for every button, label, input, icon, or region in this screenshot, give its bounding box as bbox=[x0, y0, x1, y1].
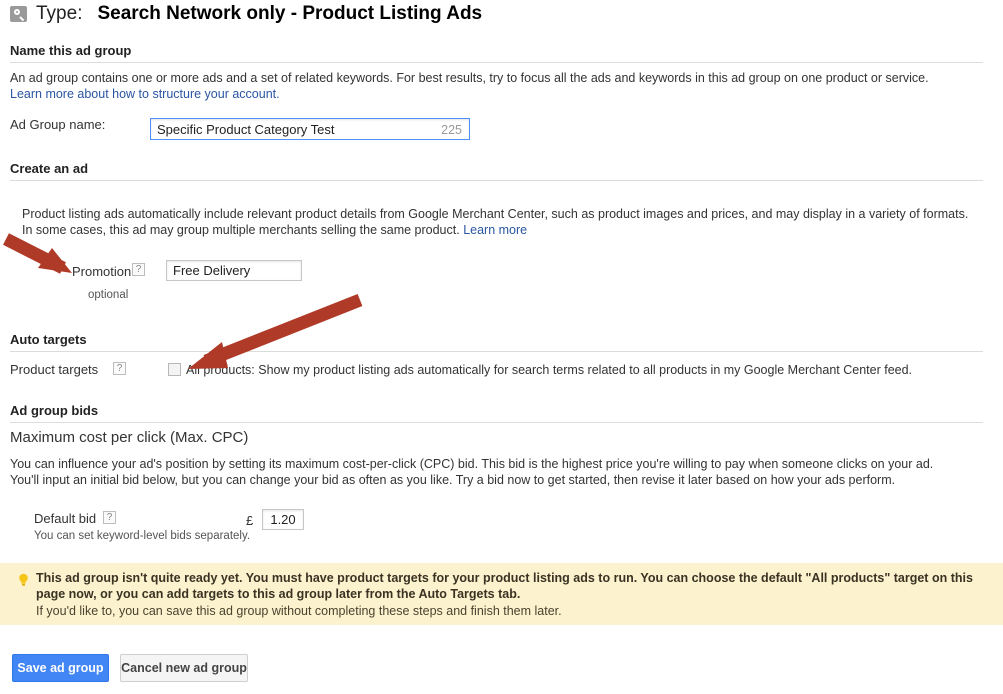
promotion-input[interactable] bbox=[166, 260, 302, 281]
promotion-help-icon[interactable]: ? bbox=[132, 263, 145, 276]
warning-secondary-text: If you'd like to, you can save this ad g… bbox=[36, 604, 562, 618]
section-heading-name-ad-group: Name this ad group bbox=[10, 43, 983, 63]
default-bid-help-icon[interactable]: ? bbox=[103, 511, 116, 524]
ad-group-name-char-count: 225 bbox=[441, 123, 462, 137]
type-label: Type: bbox=[36, 3, 83, 24]
save-ad-group-button[interactable]: Save ad group bbox=[12, 654, 109, 682]
lightbulb-icon bbox=[19, 573, 28, 586]
search-network-icon bbox=[10, 6, 27, 22]
default-bid-note: You can set keyword-level bids separatel… bbox=[34, 530, 251, 542]
default-bid-label: Default bid bbox=[34, 511, 97, 526]
currency-symbol: £ bbox=[246, 513, 254, 528]
section-heading-auto-targets: Auto targets bbox=[10, 332, 983, 352]
all-products-checkbox[interactable] bbox=[168, 363, 181, 376]
section-heading-ad-group-bids: Ad group bids bbox=[10, 403, 983, 423]
create-ad-description: Product listing ads automatically includ… bbox=[22, 206, 972, 238]
max-cpc-subheading: Maximum cost per click (Max. CPC) bbox=[10, 429, 249, 446]
page-title: Type: Search Network only - Product List… bbox=[10, 3, 482, 25]
annotation-arrow-to-promotion bbox=[3, 233, 72, 274]
ad-group-setup-page: Type: Search Network only - Product List… bbox=[0, 0, 1003, 694]
product-targets-label: Product targets bbox=[10, 362, 99, 377]
structure-account-link[interactable]: Learn more about how to structure your a… bbox=[10, 87, 280, 101]
create-ad-learn-more-link[interactable]: Learn more bbox=[463, 223, 527, 237]
type-value: Search Network only - Product Listing Ad… bbox=[97, 3, 483, 24]
default-bid-input[interactable] bbox=[262, 509, 304, 530]
section-heading-create-ad: Create an ad bbox=[10, 161, 983, 181]
ad-group-name-label: Ad Group name: bbox=[10, 117, 106, 132]
name-section-description-text: An ad group contains one or more ads and… bbox=[10, 71, 929, 85]
product-targets-help-icon[interactable]: ? bbox=[113, 362, 126, 375]
cancel-new-ad-group-button[interactable]: Cancel new ad group bbox=[120, 654, 248, 682]
promotion-optional-label: optional bbox=[88, 289, 129, 301]
max-cpc-description: You can influence your ad's position by … bbox=[10, 457, 934, 487]
all-products-checkbox-label[interactable]: All products: Show my product listing ad… bbox=[186, 363, 986, 377]
name-section-description: An ad group contains one or more ads and… bbox=[10, 70, 985, 102]
warning-primary-text: This ad group isn't quite ready yet. You… bbox=[36, 571, 973, 601]
promotion-field-label: Promotion bbox=[72, 264, 132, 279]
